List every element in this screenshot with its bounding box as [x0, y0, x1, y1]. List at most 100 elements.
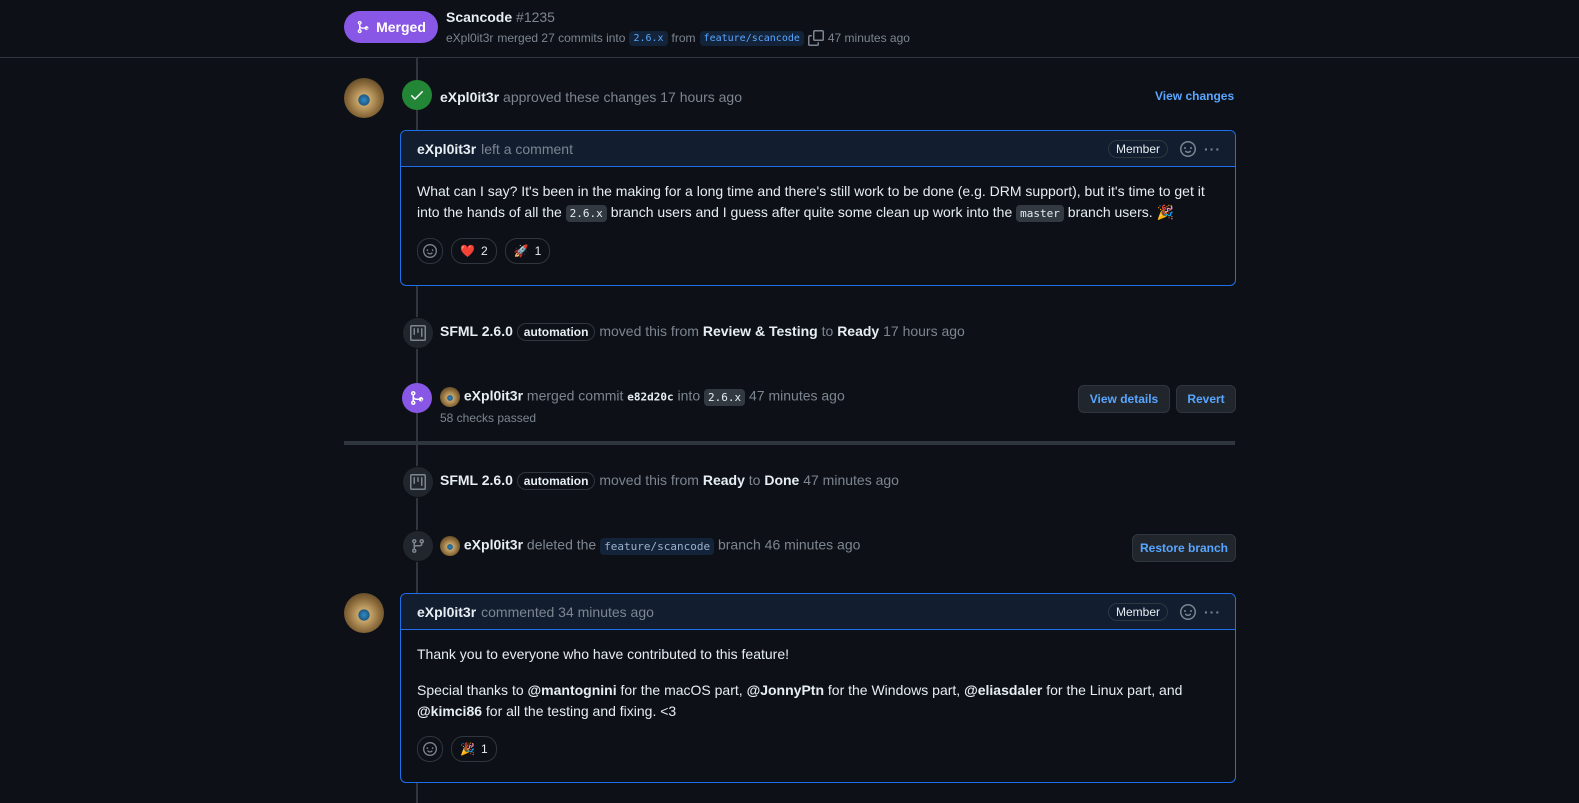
mention-link[interactable]: @kimci86 [417, 703, 482, 719]
event-text: moved this from [599, 323, 699, 339]
comment-header: eXpl0it3r left a comment Member ··· [401, 131, 1235, 167]
heart-icon: ❤️ [460, 243, 475, 258]
comment-author[interactable]: eXpl0it3r [417, 141, 476, 157]
timeline-divider [344, 441, 1235, 445]
base-branch[interactable]: 2.6.x [629, 30, 668, 46]
approved-check-icon [402, 80, 432, 110]
comment-body: Thank you to everyone who have contribut… [401, 630, 1235, 776]
smiley-icon[interactable] [1180, 603, 1196, 620]
copy-icon[interactable] [807, 30, 824, 46]
avatar[interactable] [344, 78, 384, 118]
add-reaction-button[interactable] [417, 736, 443, 762]
reactions-bar: 🎉 1 [417, 736, 1219, 762]
project-name[interactable]: SFML 2.6.0 [440, 323, 513, 339]
git-branch-icon [402, 530, 434, 562]
merge-event: eXpl0it3r merged commit e82d20c into 2.6… [440, 387, 845, 407]
avatar[interactable] [344, 593, 384, 633]
column-to: Ready [837, 323, 880, 339]
avatar[interactable] [440, 536, 460, 556]
project-move-event: SFML 2.6.0 automation moved this from Re… [440, 472, 899, 490]
tada-icon: 🎉 [460, 741, 475, 756]
delete-author[interactable]: eXpl0it3r [464, 537, 523, 553]
event-time[interactable]: 47 minutes ago [749, 388, 845, 404]
kebab-menu-icon[interactable]: ··· [1204, 141, 1221, 157]
view-details-button[interactable]: View details [1078, 385, 1170, 413]
comment-box: eXpl0it3r commented 34 minutes ago Membe… [400, 593, 1236, 783]
event-text: to [821, 323, 834, 339]
comment-paragraph: Thank you to everyone who have contribut… [417, 646, 790, 662]
event-text: into [677, 387, 701, 404]
comment-paragraph: What can I say? It's been in the making … [417, 181, 1217, 224]
automation-label: automation [516, 323, 596, 341]
smiley-icon[interactable] [1180, 140, 1196, 157]
merged-status-label: Merged [376, 19, 426, 35]
column-from: Review & Testing [702, 323, 818, 339]
add-reaction-button[interactable] [417, 238, 443, 264]
smiley-icon [423, 742, 437, 756]
project-icon [402, 466, 434, 498]
comment-header: eXpl0it3r commented 34 minutes ago Membe… [401, 594, 1235, 630]
comment-text: Special thanks to [417, 682, 524, 698]
approval-event: eXpl0it3r approved these changes 17 hour… [440, 89, 742, 105]
revert-button[interactable]: Revert [1176, 385, 1236, 413]
event-text: deleted the [526, 536, 597, 553]
pr-title-text: Scancode [446, 9, 513, 25]
event-time[interactable]: 17 hours ago [883, 323, 965, 339]
commit-sha[interactable]: e82d20c [627, 391, 673, 404]
kebab-menu-icon[interactable]: ··· [1204, 604, 1221, 620]
branch-name[interactable]: 2.6.x [704, 388, 746, 406]
project-icon [402, 317, 434, 349]
event-text: to [748, 472, 761, 488]
comment-text: for all the testing and fixing. <3 [485, 703, 677, 719]
review-comment-box: eXpl0it3r left a comment Member ··· What… [400, 130, 1236, 286]
comment-text: for the Windows part, [827, 682, 961, 698]
inline-code: 2.6.x [565, 205, 607, 222]
event-time[interactable]: 47 minutes ago [803, 472, 899, 488]
comment-action[interactable]: commented 34 minutes ago [481, 604, 654, 620]
mention-link[interactable]: @JonnyPtn [747, 682, 824, 698]
checks-status[interactable]: 58 checks passed [440, 411, 536, 425]
approval-text: approved these changes 17 hours ago [503, 89, 742, 105]
approval-author[interactable]: eXpl0it3r [440, 89, 499, 105]
reaction-tada[interactable]: 🎉 1 [451, 736, 497, 762]
git-merge-icon [402, 383, 432, 413]
member-badge: Member [1107, 602, 1168, 621]
reaction-count: 1 [534, 243, 542, 258]
pr-sticky-header [0, 0, 1579, 58]
smiley-icon [423, 244, 437, 258]
pr-author-link[interactable]: eXpl0it3r [446, 31, 493, 45]
rocket-icon: 🚀 [513, 243, 529, 258]
reaction-count: 1 [480, 741, 488, 756]
comment-body: What can I say? It's been in the making … [401, 167, 1235, 278]
member-badge: Member [1107, 139, 1168, 158]
project-move-event: SFML 2.6.0 automation moved this from Re… [440, 323, 965, 341]
comment-text: for the macOS part, [620, 682, 743, 698]
event-text: branch 46 minutes ago [717, 536, 861, 553]
pr-from-text: from [671, 31, 696, 45]
deleted-branch: feature/scancode [600, 537, 715, 555]
merge-author[interactable]: eXpl0it3r [464, 388, 523, 404]
branch-delete-event: eXpl0it3r deleted the feature/scancode b… [440, 536, 860, 556]
comment-author[interactable]: eXpl0it3r [417, 604, 476, 620]
reaction-rocket[interactable]: 🚀 1 [504, 238, 551, 264]
mention-link[interactable]: @mantognini [528, 682, 617, 698]
restore-branch-button[interactable]: Restore branch [1132, 534, 1236, 562]
pr-number: #1235 [516, 9, 555, 25]
avatar[interactable] [440, 387, 460, 407]
reaction-heart[interactable]: ❤️ 2 [451, 238, 497, 264]
column-from: Ready [702, 472, 745, 488]
project-name[interactable]: SFML 2.6.0 [440, 472, 513, 488]
git-merge-icon [357, 20, 369, 34]
pr-meta: eXpl0it3r merged 27 commits into 2.6.x f… [446, 30, 910, 46]
mention-link[interactable]: @eliasdaler [964, 682, 1042, 698]
reactions-bar: ❤️ 2 🚀 1 [417, 238, 1219, 264]
comment-text: for the Linux part, and [1046, 682, 1183, 698]
comment-text: branch users and I guess after quite som… [610, 204, 1013, 220]
pr-time: 47 minutes ago [827, 31, 910, 45]
view-changes-link[interactable]: View changes [1155, 89, 1234, 103]
merged-status-badge: Merged [344, 11, 438, 43]
automation-label: automation [516, 472, 596, 490]
column-to: Done [764, 472, 800, 488]
head-branch[interactable]: feature/scancode [699, 30, 804, 46]
reaction-count: 2 [480, 243, 488, 258]
